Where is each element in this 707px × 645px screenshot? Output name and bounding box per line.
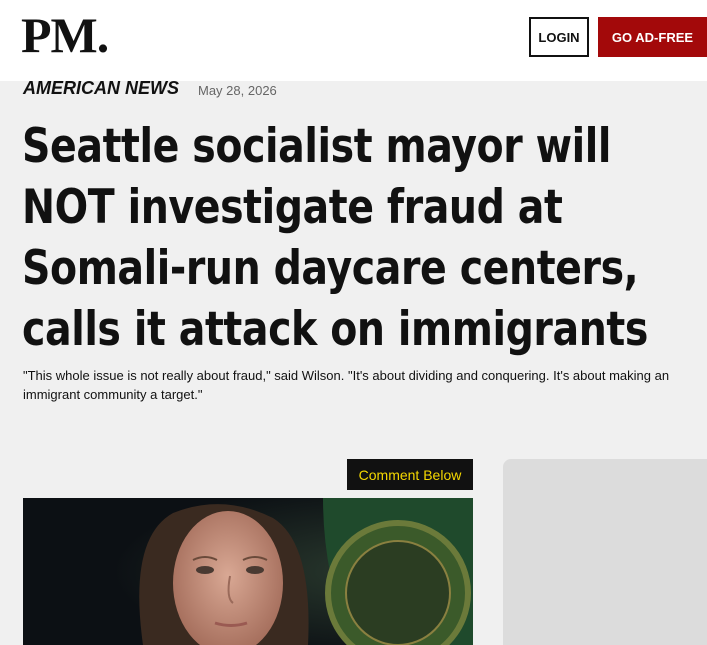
site-logo[interactable]: PM. xyxy=(21,10,109,60)
comment-below-button[interactable]: Comment Below xyxy=(347,459,473,490)
article-category[interactable]: AMERICAN NEWS xyxy=(23,78,179,99)
ad-placeholder xyxy=(503,459,707,645)
article-date: May 28, 2026 xyxy=(198,83,277,98)
site-header: PM. LOGIN GO AD-FREE xyxy=(0,0,707,81)
go-ad-free-button[interactable]: GO AD-FREE xyxy=(598,17,707,57)
article-photo xyxy=(23,498,473,645)
login-button[interactable]: LOGIN xyxy=(529,17,589,57)
article-subtitle: "This whole issue is not really about fr… xyxy=(23,368,670,402)
article-headline: Seattle socialist mayor will NOT investi… xyxy=(22,119,648,357)
article-photo-image xyxy=(23,498,473,645)
